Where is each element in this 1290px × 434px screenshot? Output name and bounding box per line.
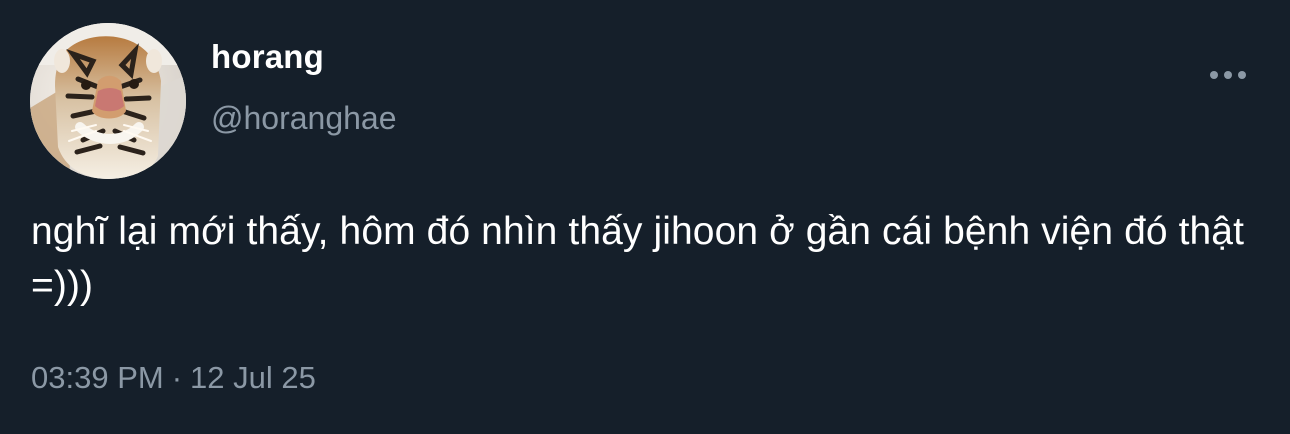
more-horizontal-icon — [1210, 71, 1218, 79]
user-handle[interactable]: @horanghae — [211, 99, 397, 137]
tiger-avatar-icon — [30, 23, 186, 179]
display-name[interactable]: horang — [211, 38, 324, 76]
tweet-metadata: 03:39 PM · 12 Jul 25 — [31, 359, 316, 397]
more-horizontal-icon — [1224, 71, 1232, 79]
avatar[interactable] — [30, 23, 186, 179]
tweet-text: nghĩ lại mới thấy, hôm đó nhìn thấy jiho… — [31, 210, 1245, 307]
tweet-date[interactable]: 12 Jul 25 — [190, 360, 316, 395]
metadata-separator: · — [171, 360, 183, 395]
more-horizontal-icon — [1238, 71, 1246, 79]
more-button[interactable] — [1204, 60, 1252, 90]
tweet-card: horang @horanghae nghĩ lại mới thấy, hôm… — [0, 0, 1290, 434]
tweet-time[interactable]: 03:39 PM — [31, 360, 164, 395]
